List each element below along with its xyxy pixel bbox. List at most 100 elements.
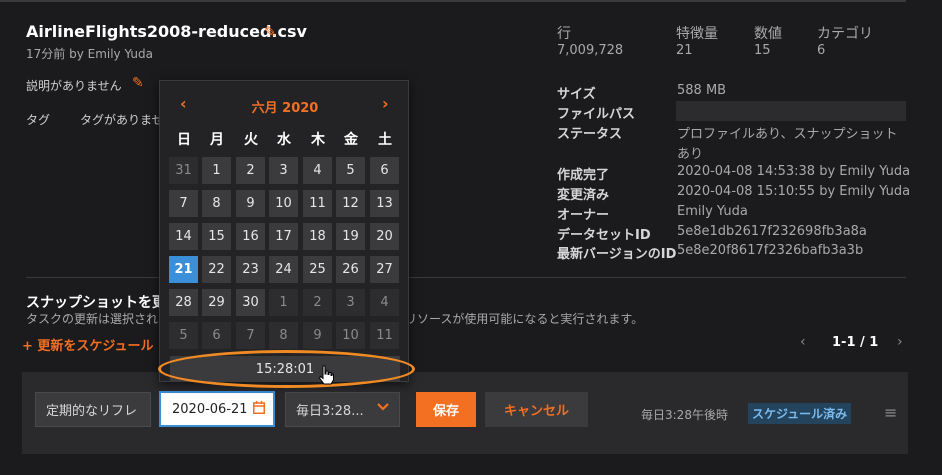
filepath-redacted [676, 101, 906, 121]
snapshot-desc-left: タスクの更新は選択され [26, 312, 159, 326]
calendar-day[interactable]: 25 [303, 256, 332, 283]
rows-value: 7,009,728 [557, 43, 624, 58]
updated-value: 2020-04-08 15:10:55 by Emily Yuda [677, 184, 911, 199]
section-divider [26, 277, 906, 278]
date-value: 2020-06-21 [172, 401, 248, 417]
menu-icon[interactable]: ≡ [884, 403, 897, 422]
created-value: 2020-04-08 14:53:38 by Emily Yuda [677, 164, 911, 179]
calendar-day[interactable]: 13 [370, 190, 399, 217]
features-label: 特徴量 [676, 26, 718, 42]
status-value-1: プロファイルあり、スナップショット [677, 127, 898, 142]
pencil-icon[interactable]: ✎ [264, 23, 277, 41]
calendar-day[interactable]: 22 [202, 256, 231, 283]
calendar-day[interactable]: 11 [303, 190, 332, 217]
snapshot-title: スナップショットを更 [26, 295, 166, 311]
status-label: ステータス [557, 127, 623, 142]
calendar-day[interactable]: 17 [269, 223, 298, 250]
calendar-day[interactable]: 9 [236, 190, 265, 217]
calendar-day[interactable]: 24 [269, 256, 298, 283]
highlight-ellipse [158, 350, 415, 388]
date-picker-popup: ‹ 六月 2020 › 日月火水木金土 31 1 2 3 4 5 6 7 8 9 10 11 12 13 1… [159, 80, 409, 382]
calendar-day[interactable]: 6 [202, 322, 231, 349]
calendar-day[interactable]: 26 [336, 256, 365, 283]
version-id-value: 5e8e20f8617f2326bafb3a3b [677, 243, 864, 258]
calendar-day[interactable]: 9 [303, 322, 332, 349]
date-input[interactable]: 2020-06-21 [159, 391, 275, 427]
calendar-day[interactable]: 16 [236, 223, 265, 250]
calendar-day[interactable]: 31 [169, 157, 198, 184]
calendar-day[interactable]: 5 [336, 157, 365, 184]
pencil-icon[interactable]: ✎ [132, 75, 144, 91]
category-value: 6 [817, 43, 826, 58]
next-run-text: 毎日3:28午後時 [641, 408, 728, 422]
calendar-day[interactable]: 1 [202, 157, 231, 184]
calendar-day[interactable]: 18 [303, 223, 332, 250]
chevron-down-icon [377, 401, 389, 416]
calendar-day[interactable]: 11 [370, 322, 399, 349]
snapshot-desc-right: リソースが使用可能になると実行されます。 [405, 312, 644, 326]
weekday-label: 日 [177, 132, 191, 148]
top-divider [0, 0, 906, 2]
calendar-day[interactable]: 28 [169, 289, 198, 316]
calendar-day[interactable]: 1 [269, 289, 298, 316]
rows-label: 行 [557, 26, 571, 42]
calendar-icon[interactable] [253, 400, 265, 418]
version-id-label: 最新バージョンのID [557, 247, 677, 262]
calendar-month-title: 六月 2020 [251, 101, 319, 116]
size-label: サイズ [557, 87, 596, 102]
weekday-label: 火 [244, 132, 258, 148]
description-text: 説明がありません [26, 79, 122, 93]
calendar-day[interactable]: 7 [169, 190, 198, 217]
calendar-day[interactable]: 19 [336, 223, 365, 250]
calendar-day[interactable]: 2 [236, 157, 265, 184]
frequency-select[interactable]: 毎日3:28... [285, 392, 400, 427]
next-month-button[interactable]: › [382, 94, 389, 113]
calendar-day[interactable]: 4 [303, 157, 332, 184]
calendar-day[interactable]: 3 [336, 289, 365, 316]
frequency-value: 毎日3:28... [296, 404, 364, 419]
calendar-day[interactable]: 2 [303, 289, 332, 316]
tags-label: タグ [26, 113, 51, 127]
dataset-id-label: データセットID [557, 228, 651, 243]
calendar-day[interactable]: 27 [370, 256, 399, 283]
created-label: 作成完了 [557, 168, 610, 183]
add-schedule-link[interactable]: + 更新をスケジュール [22, 335, 154, 354]
calendar-day[interactable]: 6 [370, 157, 399, 184]
status-value-2: あり [677, 147, 704, 162]
hand-cursor-icon [318, 365, 334, 389]
calendar-day[interactable]: 3 [269, 157, 298, 184]
calendar-day[interactable]: 7 [236, 322, 265, 349]
dataset-id-value: 5e8e1db2617f232698fb3a8a [677, 224, 867, 239]
tags-value: タグがありませ [80, 113, 164, 127]
calendar-day[interactable]: 4 [370, 289, 399, 316]
calendar-day[interactable]: 10 [269, 190, 298, 217]
weekday-label: 土 [378, 132, 392, 148]
size-value: 588 MB [677, 83, 727, 98]
calendar-day[interactable]: 29 [202, 289, 231, 316]
owner-label: オーナー [557, 208, 610, 223]
filepath-label: ファイルパス [557, 107, 636, 122]
status-badge: スケジュール済み [748, 403, 852, 424]
calendar-day[interactable]: 10 [336, 322, 365, 349]
numeric-value: 15 [754, 43, 771, 58]
calendar-day[interactable]: 8 [202, 190, 231, 217]
cancel-button[interactable]: キャンセル [485, 392, 588, 427]
calendar-day[interactable]: 30 [236, 289, 265, 316]
pagination-text: 1-1 / 1 [832, 335, 879, 350]
save-button[interactable]: 保存 [416, 392, 476, 427]
weekday-label: 水 [277, 132, 291, 148]
calendar-day[interactable]: 5 [169, 322, 198, 349]
calendar-day[interactable]: 23 [236, 256, 265, 283]
chevron-right-icon[interactable]: › [897, 334, 903, 350]
calendar-day[interactable]: 20 [370, 223, 399, 250]
calendar-day[interactable]: 12 [336, 190, 365, 217]
weekday-label: 金 [344, 132, 358, 148]
weekday-label: 木 [311, 132, 325, 148]
chevron-left-icon[interactable]: ‹ [800, 334, 806, 350]
calendar-day-selected[interactable]: 21 [169, 256, 198, 283]
calendar-day[interactable]: 14 [169, 223, 198, 250]
owner-value: Emily Yuda [677, 204, 748, 219]
schedule-type-select[interactable]: 定期的なリフレ [35, 392, 151, 427]
calendar-day[interactable]: 15 [202, 223, 231, 250]
calendar-day[interactable]: 8 [269, 322, 298, 349]
